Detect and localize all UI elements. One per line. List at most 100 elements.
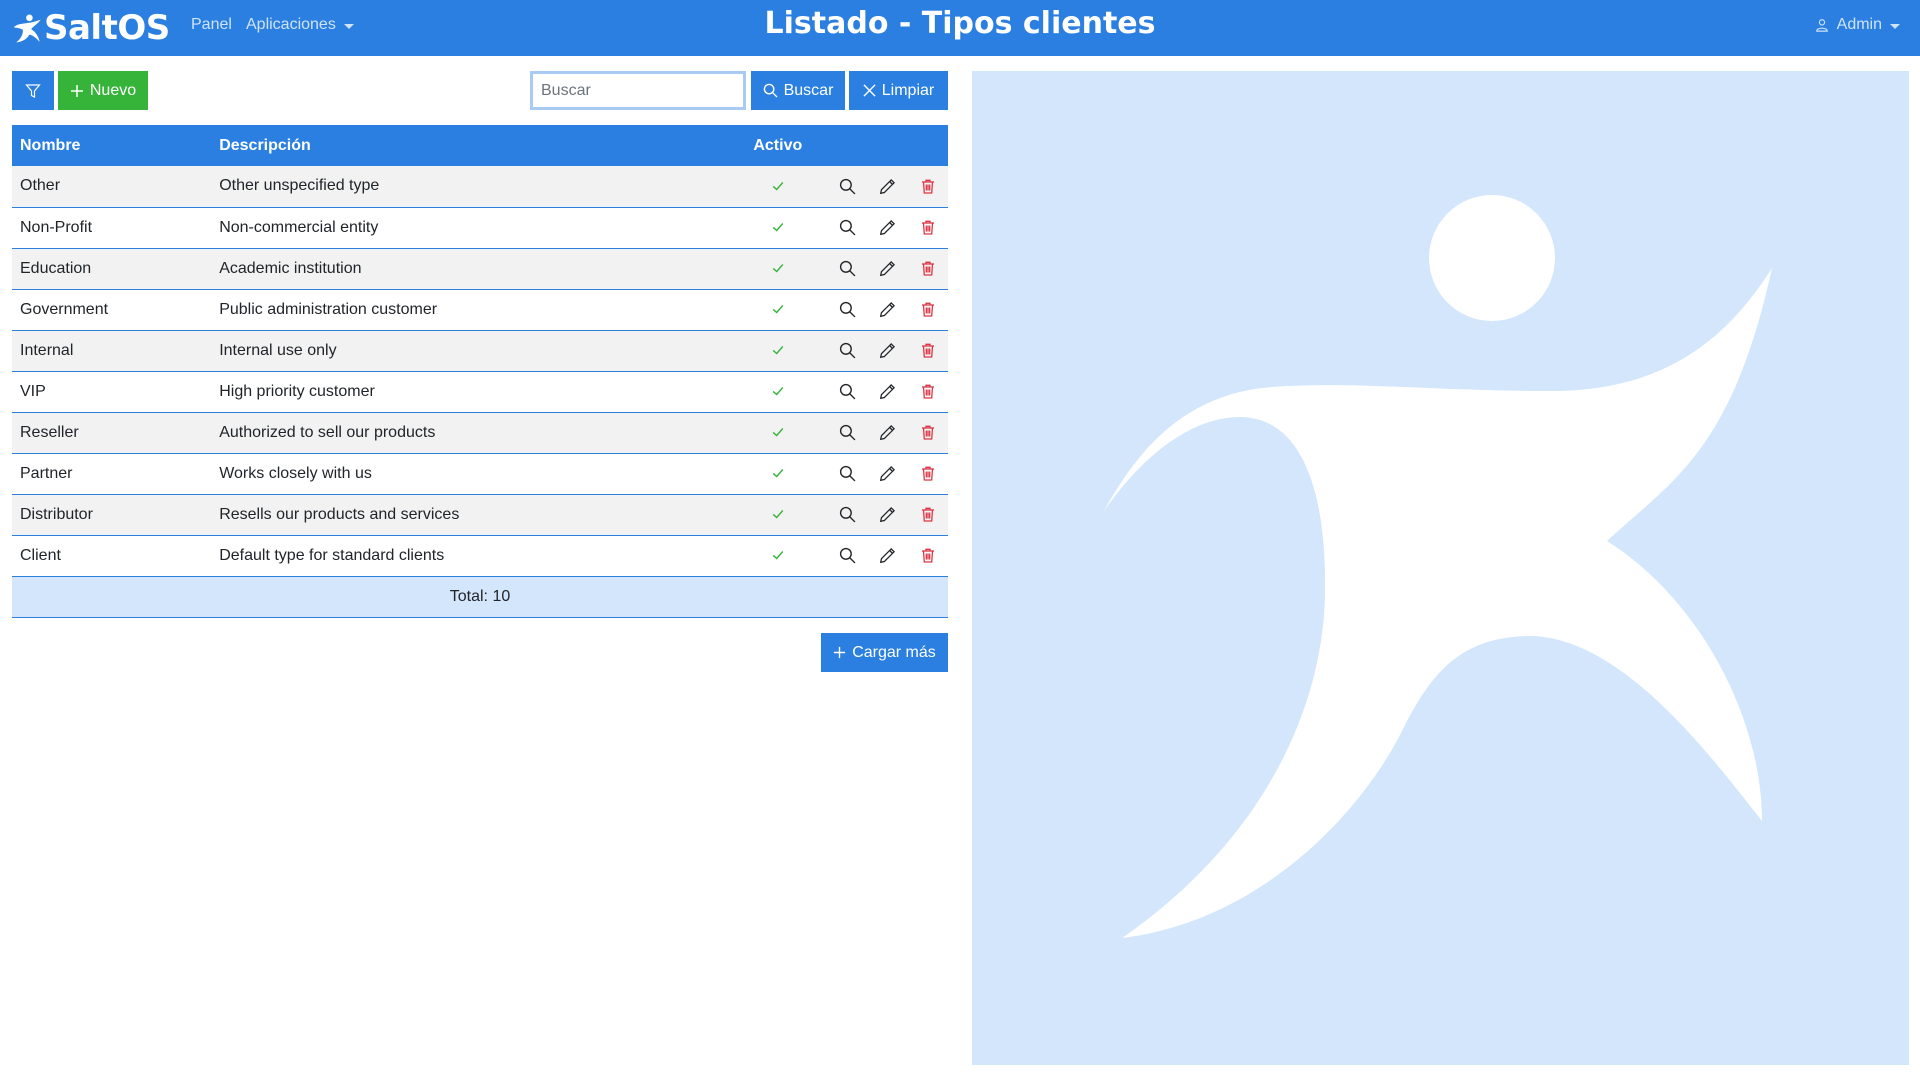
edit-icon[interactable] bbox=[879, 260, 896, 277]
view-icon[interactable] bbox=[839, 424, 856, 441]
table-row[interactable]: Internal Internal use only bbox=[12, 330, 948, 372]
edit-icon[interactable] bbox=[879, 383, 896, 400]
edit-icon[interactable] bbox=[879, 465, 896, 482]
search-input[interactable] bbox=[530, 71, 746, 110]
cell-active bbox=[727, 371, 828, 413]
nav-panel-link[interactable]: Panel bbox=[191, 16, 232, 34]
edit-icon[interactable] bbox=[879, 178, 896, 195]
delete-icon[interactable] bbox=[920, 424, 936, 441]
view-icon[interactable] bbox=[839, 383, 856, 400]
cell-action-delete bbox=[907, 535, 948, 577]
column-header-actions bbox=[827, 125, 868, 166]
view-icon[interactable] bbox=[839, 178, 856, 195]
table-row[interactable]: Other Other unspecified type bbox=[12, 166, 948, 208]
cell-name: Non-Profit bbox=[12, 207, 212, 249]
table-row[interactable]: Reseller Authorized to sell our products bbox=[12, 412, 948, 454]
cell-name: Government bbox=[12, 289, 212, 331]
load-more-button[interactable]: Cargar más bbox=[821, 633, 948, 672]
nav-apps-dropdown[interactable]: Aplicaciones bbox=[246, 16, 354, 34]
filter-button[interactable] bbox=[12, 71, 54, 110]
column-header-description[interactable]: Descripción bbox=[211, 125, 728, 166]
cell-action-delete bbox=[907, 412, 948, 454]
edit-icon[interactable] bbox=[879, 424, 896, 441]
table-row[interactable]: Distributor Resells our products and serv… bbox=[12, 494, 948, 536]
nav-apps-label: Aplicaciones bbox=[246, 16, 336, 33]
view-icon[interactable] bbox=[839, 547, 856, 564]
delete-icon[interactable] bbox=[920, 301, 936, 318]
load-more-label: Cargar más bbox=[852, 643, 936, 661]
cell-action-delete bbox=[907, 248, 948, 290]
table-row[interactable]: Client Default type for standard clients bbox=[12, 535, 948, 577]
cell-description: Works closely with us bbox=[211, 453, 728, 495]
cell-name: VIP bbox=[12, 371, 212, 413]
column-header-actions bbox=[907, 125, 948, 166]
cell-action-view bbox=[827, 248, 868, 290]
cell-action-delete bbox=[907, 207, 948, 249]
cell-action-edit bbox=[867, 330, 908, 372]
view-icon[interactable] bbox=[839, 465, 856, 482]
cell-action-view bbox=[827, 166, 868, 208]
delete-icon[interactable] bbox=[920, 219, 936, 236]
delete-icon[interactable] bbox=[920, 260, 936, 277]
check-icon bbox=[771, 384, 785, 398]
top-navbar: SaltOS Panel Aplicaciones Listado - Tipo… bbox=[0, 0, 1920, 56]
edit-icon[interactable] bbox=[879, 506, 896, 523]
column-header-active[interactable]: Activo bbox=[727, 125, 828, 166]
edit-icon[interactable] bbox=[879, 301, 896, 318]
delete-icon[interactable] bbox=[920, 465, 936, 482]
brand-logo[interactable]: SaltOS bbox=[12, 6, 170, 50]
cell-active bbox=[727, 207, 828, 249]
edit-icon[interactable] bbox=[879, 219, 896, 236]
close-icon bbox=[863, 84, 876, 97]
table-row[interactable]: Partner Works closely with us bbox=[12, 453, 948, 495]
table-row[interactable]: VIP High priority customer bbox=[12, 371, 948, 413]
view-icon[interactable] bbox=[839, 506, 856, 523]
clear-button[interactable]: Limpiar bbox=[849, 71, 948, 110]
cell-action-view bbox=[827, 412, 868, 454]
delete-icon[interactable] bbox=[920, 506, 936, 523]
table-row[interactable]: Education Academic institution bbox=[12, 248, 948, 290]
check-icon bbox=[771, 343, 785, 357]
search-button-label: Buscar bbox=[783, 81, 834, 99]
view-icon[interactable] bbox=[839, 260, 856, 277]
user-menu[interactable]: Admin bbox=[1815, 16, 1900, 34]
delete-icon[interactable] bbox=[920, 178, 936, 195]
cell-action-view bbox=[827, 494, 868, 536]
plus-icon bbox=[834, 646, 846, 659]
table-row[interactable]: Government Public administration customer bbox=[12, 289, 948, 331]
view-icon[interactable] bbox=[839, 301, 856, 318]
delete-icon[interactable] bbox=[920, 342, 936, 359]
search-button[interactable]: Buscar bbox=[751, 71, 845, 110]
cell-action-edit bbox=[867, 166, 908, 208]
cell-active bbox=[727, 494, 828, 536]
cell-name: Reseller bbox=[12, 412, 212, 454]
cell-active bbox=[727, 248, 828, 290]
table-row[interactable]: Non-Profit Non-commercial entity bbox=[12, 207, 948, 249]
cell-action-edit bbox=[867, 412, 908, 454]
delete-icon[interactable] bbox=[920, 547, 936, 564]
column-header-name[interactable]: Nombre bbox=[12, 125, 212, 166]
check-icon bbox=[771, 179, 785, 193]
cell-active bbox=[727, 166, 828, 208]
client-types-table: Nombre Descripción Activo Other Other uns… bbox=[12, 125, 948, 618]
new-button[interactable]: Nuevo bbox=[58, 71, 148, 110]
search-icon bbox=[763, 83, 778, 98]
cell-action-edit bbox=[867, 289, 908, 331]
view-icon[interactable] bbox=[839, 342, 856, 359]
cell-active bbox=[727, 535, 828, 577]
total-count: Total: 10 bbox=[12, 576, 948, 618]
delete-icon[interactable] bbox=[920, 383, 936, 400]
cell-action-view bbox=[827, 207, 868, 249]
check-icon bbox=[771, 261, 785, 275]
user-name: Admin bbox=[1836, 16, 1882, 33]
cell-active bbox=[727, 453, 828, 495]
edit-icon[interactable] bbox=[879, 342, 896, 359]
cell-action-edit bbox=[867, 248, 908, 290]
cell-description: Authorized to sell our products bbox=[211, 412, 728, 454]
saltos-logo-icon bbox=[13, 14, 41, 43]
cell-name: Internal bbox=[12, 330, 212, 372]
user-icon bbox=[1815, 19, 1828, 32]
edit-icon[interactable] bbox=[879, 547, 896, 564]
cell-active bbox=[727, 330, 828, 372]
view-icon[interactable] bbox=[839, 219, 856, 236]
